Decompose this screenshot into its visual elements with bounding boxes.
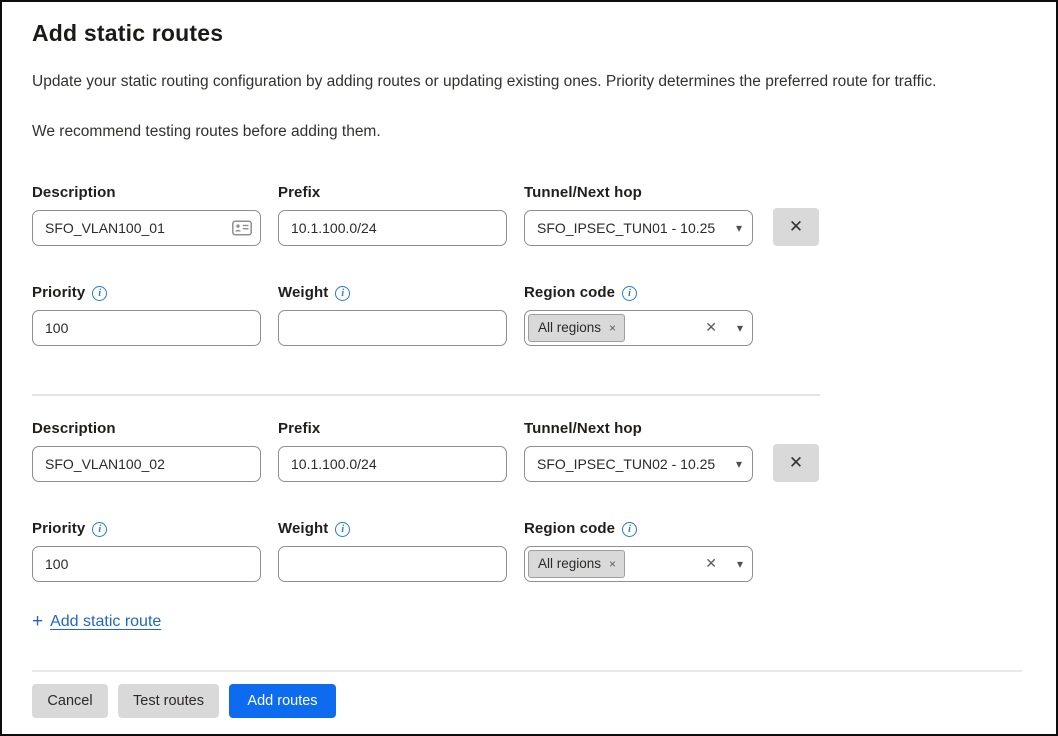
intro-text-2: We recommend testing routes before addin… [32, 122, 1034, 143]
priority-field-2: Priorityi [32, 520, 261, 582]
weight-label: Weighti [278, 520, 507, 537]
page-title: Add static routes [32, 20, 1034, 47]
region-chip: All regions × [528, 314, 625, 342]
footer-actions: Cancel Test routes Add routes [32, 684, 1034, 718]
prefix-input-2[interactable] [278, 446, 507, 482]
region-chip-label: All regions [538, 556, 601, 571]
description-label: Description [32, 184, 261, 201]
priority-input-1[interactable] [32, 310, 261, 346]
description-field-1: Description [32, 184, 261, 246]
intro-text-1: Update your static routing configuration… [32, 72, 1034, 93]
chevron-down-icon: ▾ [731, 558, 743, 570]
clear-selection-icon[interactable]: ✕ [705, 319, 717, 336]
weight-input-1[interactable] [278, 310, 507, 346]
prefix-field-2: Prefix [278, 420, 507, 482]
tunnel-select-value: SFO_IPSEC_TUN01 - 10.25... [537, 220, 715, 236]
info-icon[interactable]: i [335, 286, 350, 301]
region-chip-label: All regions [538, 320, 601, 335]
chip-remove-icon[interactable]: × [609, 557, 616, 571]
chevron-down-icon: ▾ [731, 322, 743, 334]
region-chip: All regions × [528, 550, 625, 578]
remove-route-button-2[interactable]: ✕ [773, 444, 819, 482]
info-icon[interactable]: i [622, 286, 637, 301]
weight-input-2[interactable] [278, 546, 507, 582]
close-icon: ✕ [789, 453, 803, 473]
route-divider [32, 394, 820, 396]
chevron-down-icon: ▾ [730, 458, 742, 470]
priority-label: Priorityi [32, 520, 261, 537]
chevron-down-icon: ▾ [730, 222, 742, 234]
priority-field-1: Priorityi [32, 284, 261, 346]
prefix-label: Prefix [278, 420, 507, 437]
dialog-frame: Add static routes Update your static rou… [0, 0, 1058, 736]
tunnel-label: Tunnel/Next hop [524, 420, 753, 437]
description-input-2[interactable] [32, 446, 261, 482]
priority-input-2[interactable] [32, 546, 261, 582]
info-icon[interactable]: i [622, 522, 637, 537]
tunnel-label: Tunnel/Next hop [524, 184, 753, 201]
weight-label: Weighti [278, 284, 507, 301]
close-icon: ✕ [789, 217, 803, 237]
region-multiselect-1[interactable]: All regions × ✕ ▾ [524, 310, 753, 346]
route-block-2: Description Prefix Tunnel/Next hop SFO_I… [32, 420, 1034, 582]
route-block-1: Description [32, 184, 1034, 346]
remove-route-button-1[interactable]: ✕ [773, 208, 819, 246]
info-icon[interactable]: i [335, 522, 350, 537]
contact-card-icon [232, 220, 252, 235]
clear-selection-icon[interactable]: ✕ [705, 555, 717, 572]
tunnel-field-1: Tunnel/Next hop SFO_IPSEC_TUN01 - 10.25.… [524, 184, 753, 246]
description-field-2: Description [32, 420, 261, 482]
prefix-input-1[interactable] [278, 210, 507, 246]
plus-icon: + [32, 611, 43, 633]
prefix-label: Prefix [278, 184, 507, 201]
region-field-1: Region codei All regions × ✕ ▾ [524, 284, 753, 346]
cancel-button[interactable]: Cancel [32, 684, 108, 718]
region-multiselect-2[interactable]: All regions × ✕ ▾ [524, 546, 753, 582]
region-label: Region codei [524, 520, 753, 537]
weight-field-2: Weighti [278, 520, 507, 582]
region-field-2: Region codei All regions × ✕ ▾ [524, 520, 753, 582]
add-routes-button[interactable]: Add routes [229, 684, 336, 718]
add-static-route-link[interactable]: + Add static route [32, 611, 161, 633]
description-input-1[interactable] [32, 210, 261, 246]
info-icon[interactable]: i [92, 286, 107, 301]
tunnel-field-2: Tunnel/Next hop SFO_IPSEC_TUN02 - 10.25.… [524, 420, 753, 482]
info-icon[interactable]: i [92, 522, 107, 537]
tunnel-select-1[interactable]: SFO_IPSEC_TUN01 - 10.25... ▾ [524, 210, 753, 246]
prefix-field-1: Prefix [278, 184, 507, 246]
chip-remove-icon[interactable]: × [609, 321, 616, 335]
tunnel-select-2[interactable]: SFO_IPSEC_TUN02 - 10.25... ▾ [524, 446, 753, 482]
weight-field-1: Weighti [278, 284, 507, 346]
region-label: Region codei [524, 284, 753, 301]
tunnel-select-value: SFO_IPSEC_TUN02 - 10.25... [537, 456, 715, 472]
test-routes-button[interactable]: Test routes [118, 684, 219, 718]
add-static-route-label: Add static route [50, 613, 161, 631]
priority-label: Priorityi [32, 284, 261, 301]
description-label: Description [32, 420, 261, 437]
footer-divider [32, 670, 1022, 672]
